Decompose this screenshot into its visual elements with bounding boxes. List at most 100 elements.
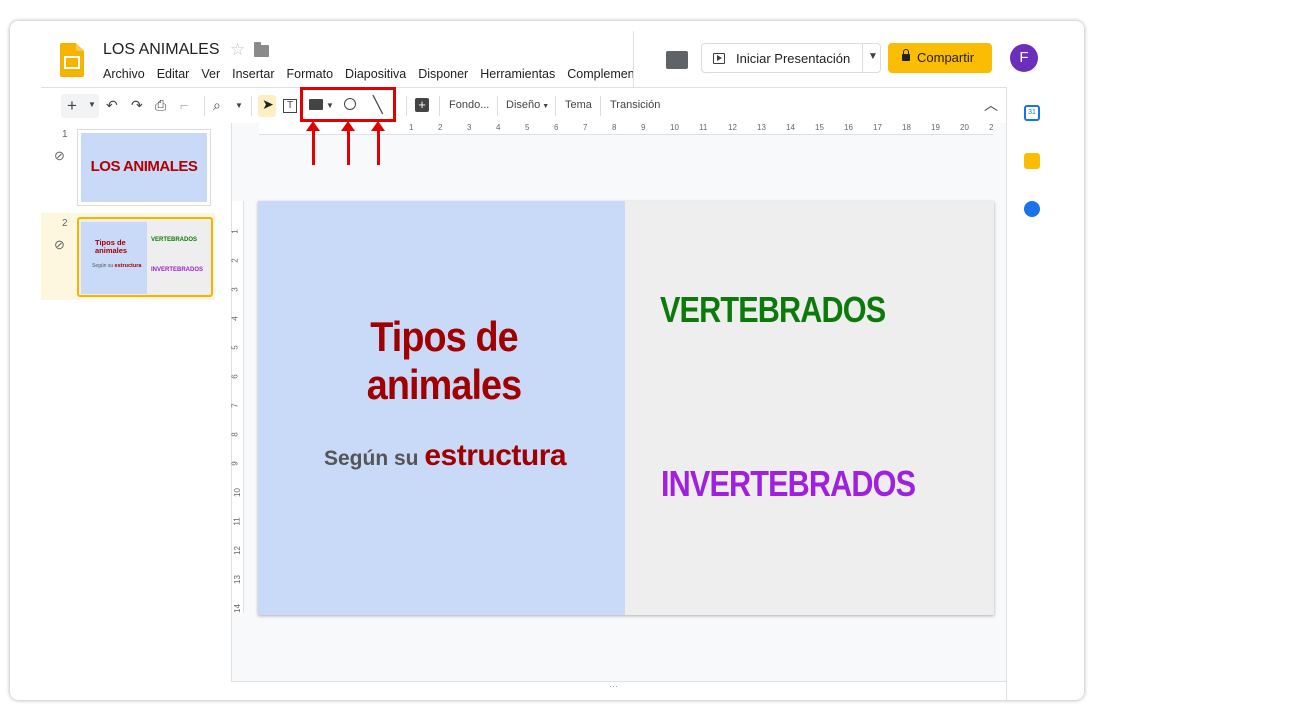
thumbnail-title: LOS ANIMALES <box>90 158 198 175</box>
invertebrates-text[interactable]: INVERTEBRADOS <box>661 463 916 505</box>
slide[interactable]: Tipos de animales Según su estructura VE… <box>258 201 994 615</box>
slide-number: 2 <box>62 218 68 229</box>
ruler-tick-label: 13 <box>757 123 766 132</box>
present-icon <box>713 53 725 64</box>
share-label: Compartir <box>917 50 975 65</box>
slide-thumbnail-2[interactable]: Tipos de animales Según su estructura VE… <box>77 217 213 297</box>
ruler-tick-label: 11 <box>232 517 242 526</box>
ruler-tick-label: 16 <box>844 123 853 132</box>
ruler-tick-label: 2 <box>438 123 443 132</box>
theme-button[interactable]: Tema <box>565 99 592 111</box>
ruler-tick-label: 2 <box>230 258 240 263</box>
ruler-tick-label: 17 <box>873 123 882 132</box>
ruler-tick-label: 8 <box>612 123 617 132</box>
toolbar: + ▼ ↶ ↷ ⎙ ⌐ ⌕ ▼ ➤ T ▼ ╲ + Fondo... Diseñ… <box>41 87 1054 125</box>
drag-handle-icon[interactable]: ··· <box>609 681 618 691</box>
ruler-tick-label: 11 <box>699 123 708 132</box>
present-label: Iniciar Presentación <box>736 51 851 66</box>
zoom-dropdown-icon[interactable]: ▼ <box>235 101 243 110</box>
star-icon[interactable]: ☆ <box>230 40 245 60</box>
zoom-icon[interactable]: ⌕ <box>213 97 221 114</box>
vertical-ruler[interactable]: 1 2 3 4 5 6 7 8 9 10 11 12 13 14 <box>230 201 244 613</box>
slide-subtitle[interactable]: Según su estructura <box>324 439 567 473</box>
textbox-icon[interactable]: T <box>283 99 297 113</box>
background-button[interactable]: Fondo... <box>449 99 489 111</box>
menu-bar: Archivo Editar Ver Insertar Formato Diapositi… <box>97 67 637 85</box>
ruler-tick-label: 20 <box>960 123 969 132</box>
layout-button[interactable]: Diseño ▼ <box>506 99 549 111</box>
new-slide-button[interactable]: + ▼ <box>61 94 99 118</box>
transition-button[interactable]: Transición <box>610 99 660 111</box>
vertebrates-text[interactable]: VERTEBRADOS <box>660 289 886 331</box>
ruler-tick-label: 3 <box>230 287 240 292</box>
ruler-tick-label: 4 <box>496 123 501 132</box>
ruler-tick-label: 4 <box>230 316 240 321</box>
menu-formato[interactable]: Formato <box>287 67 334 81</box>
folder-icon[interactable] <box>254 42 269 57</box>
menu-disponer[interactable]: Disponer <box>418 67 468 81</box>
ruler-tick-label: 1 <box>409 123 414 132</box>
menu-editar[interactable]: Editar <box>157 67 190 81</box>
select-tool-button[interactable]: ➤ <box>258 95 276 117</box>
header-actions: Iniciar Presentación ▼ Compartir F <box>633 31 1084 91</box>
annotation-arrow-icon <box>306 121 320 165</box>
paint-format-icon[interactable]: ⌐ <box>180 97 188 113</box>
ruler-tick-label: 12 <box>728 123 737 132</box>
thumbnail-vertebrates: VERTEBRADOS <box>151 237 198 243</box>
thumbnail-title: Tipos de animales <box>95 238 128 255</box>
ruler-tick-label: 6 <box>230 374 240 379</box>
menu-complementos[interactable]: Complemen <box>567 67 634 81</box>
ruler-tick-label: 1 <box>230 229 240 234</box>
annotation-arrow-icon <box>341 121 355 165</box>
cursor-icon: ➤ <box>262 96 274 112</box>
collapse-toolbar-icon[interactable]: ︿ <box>984 95 998 115</box>
side-panel: 31 <box>1006 87 1057 700</box>
ruler-tick-label: 3 <box>467 123 472 132</box>
share-button[interactable]: Compartir <box>888 43 992 73</box>
ruler-tick-label: 21 <box>989 123 993 132</box>
document-title[interactable]: LOS ANIMALES <box>103 41 220 59</box>
thumbnail-subtitle: Según su estructura <box>92 263 142 269</box>
annotation-highlight-box <box>300 87 396 122</box>
undo-icon[interactable]: ↶ <box>106 97 118 114</box>
menu-archivo[interactable]: Archivo <box>103 67 145 81</box>
comment-icon[interactable] <box>666 51 688 69</box>
ruler-tick-label: 10 <box>670 123 679 132</box>
keep-icon[interactable] <box>1024 153 1040 169</box>
tasks-icon[interactable] <box>1024 201 1040 217</box>
ruler-tick-label: 6 <box>554 123 559 132</box>
ruler-tick-label: 5 <box>230 345 240 350</box>
ruler-tick-label: 13 <box>232 575 242 584</box>
chevron-down-icon: ▼ <box>88 100 96 109</box>
avatar[interactable]: F <box>1010 44 1038 72</box>
add-comment-icon[interactable]: + <box>415 98 429 112</box>
slides-logo-icon <box>60 43 84 77</box>
plus-icon: + <box>67 96 77 115</box>
menu-herramientas[interactable]: Herramientas <box>480 67 555 81</box>
ruler-tick-label: 9 <box>641 123 646 132</box>
chevron-down-icon: ▼ <box>540 103 550 110</box>
link-icon: ⊘ <box>54 237 65 252</box>
menu-ver[interactable]: Ver <box>201 67 220 81</box>
ruler-tick-label: 5 <box>525 123 530 132</box>
speaker-notes-handle[interactable]: ··· <box>231 681 1006 700</box>
ruler-tick-label: 15 <box>815 123 824 132</box>
ruler-tick-label: 9 <box>230 461 240 466</box>
filmstrip <box>41 123 231 700</box>
present-dropdown-icon[interactable]: ▼ <box>868 51 878 62</box>
redo-icon[interactable]: ↷ <box>131 97 143 114</box>
slide-title[interactable]: Tipos de animales <box>336 313 552 409</box>
present-button[interactable]: Iniciar Presentación ▼ <box>701 43 881 73</box>
print-icon[interactable]: ⎙ <box>155 97 166 114</box>
horizontal-ruler[interactable]: 1234567891011121314151617181920212223242… <box>259 123 993 135</box>
ruler-tick-label: 14 <box>232 604 242 613</box>
ruler-tick-label: 8 <box>230 432 240 437</box>
ruler-tick-label: 12 <box>232 546 242 555</box>
menu-diapositiva[interactable]: Diapositiva <box>345 67 406 81</box>
link-icon: ⊘ <box>54 148 65 163</box>
app-window: LOS ANIMALES ☆ Archivo Editar Ver Insertar F… <box>10 21 1084 700</box>
menu-insertar[interactable]: Insertar <box>232 67 274 81</box>
lock-icon <box>902 49 910 61</box>
calendar-icon[interactable]: 31 <box>1024 105 1040 121</box>
slide-thumbnail-1[interactable]: LOS ANIMALES <box>77 129 211 206</box>
